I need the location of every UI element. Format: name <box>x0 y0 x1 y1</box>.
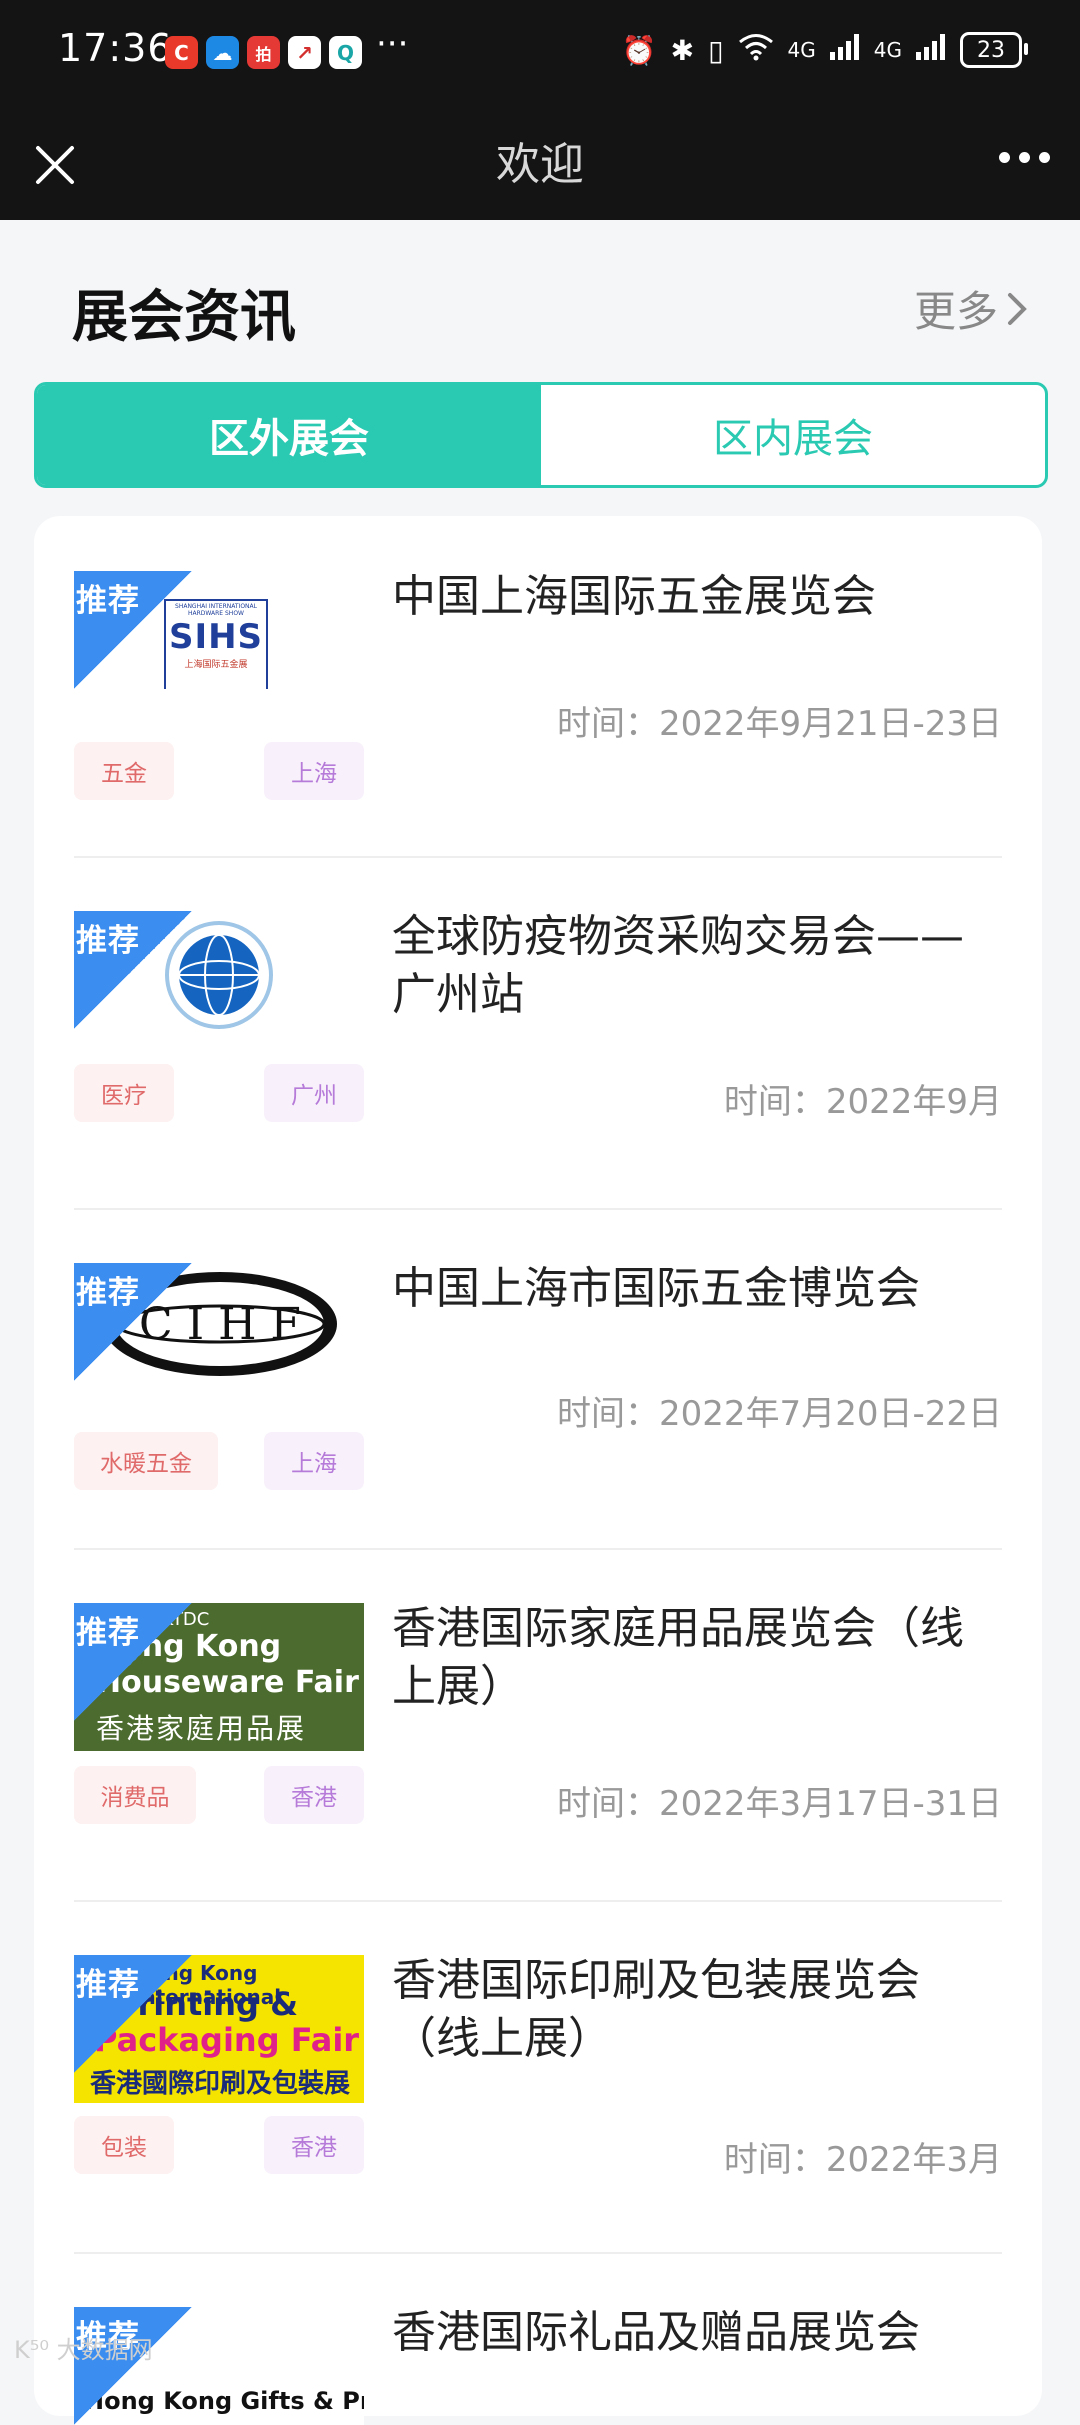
exhibition-item[interactable]: HKTDC Hong Kong Houseware Fair 香港家庭用品展 推… <box>74 1548 1002 1902</box>
signal-bars-icon-2 <box>916 33 946 67</box>
status-bar: 17:36 C ☁ 拍 ↗ Q ··· ⏰ ✱ ▯ 4G 4G 23 <box>0 0 1080 106</box>
more-menu-icon[interactable] <box>999 152 1050 163</box>
category-tag: 包装 <box>74 2116 174 2174</box>
recommend-badge: 推荐 <box>76 583 140 619</box>
category-tag: 五金 <box>74 742 174 800</box>
exhibition-title: 中国上海市国际五金博览会 <box>392 1263 920 1314</box>
recommend-badge: 推荐 <box>76 1275 140 1311</box>
section-header: 展会资讯 更多 <box>0 220 1080 380</box>
section-title: 展会资讯 <box>72 285 296 350</box>
recommend-badge: 推荐 <box>76 1615 140 1651</box>
signal-bars-icon <box>829 33 860 67</box>
exhibition-time: 时间：2022年3月17日-31日 <box>557 1784 1002 1824</box>
city-tag: 香港 <box>264 1766 364 1824</box>
stock-app-icon: ↗ <box>288 36 321 69</box>
exhibition-logo: HKTDC Hong Kong Houseware Fair 香港家庭用品展 推… <box>74 1603 364 1751</box>
signal-label-1: 4G <box>787 38 816 62</box>
more-link-label: 更多 <box>913 287 998 336</box>
city-tag: 香港 <box>264 2116 364 2174</box>
city-tag: 上海 <box>264 1432 364 1490</box>
exhibition-time: 时间：2022年7月20日-22日 <box>557 1394 1002 1434</box>
exhibition-title: 中国上海国际五金展览会 <box>392 571 876 622</box>
exhibition-title: 香港国际印刷及包装展览会（线上展） <box>392 1955 920 2064</box>
exhibition-item[interactable]: Hong Kong International Printing & Packa… <box>74 1900 1002 2254</box>
category-tag: 消费品 <box>74 1766 196 1824</box>
category-tag: 水暖五金 <box>74 1432 218 1490</box>
more-notifications-icon: ··· <box>376 24 409 64</box>
chevron-right-icon <box>1008 292 1027 325</box>
recommend-badge: 推荐 <box>76 1967 140 2003</box>
nav-bar: 欢迎 <box>0 106 1080 220</box>
bluetooth-icon: ✱ <box>670 33 695 67</box>
exhibition-item[interactable]: C I H F 推荐 中国上海市国际五金博览会 时间：2022年7月20日-22… <box>74 1208 1002 1550</box>
exhibition-list: SHANGHAI INTERNATIONAL HARDWARE SHOW SIH… <box>34 516 1042 2425</box>
exhibition-time: 时间：2022年3月 <box>723 2140 1002 2180</box>
more-link[interactable]: 更多 <box>914 278 1028 339</box>
system-status: ⏰ ✱ ▯ 4G 4G 23 <box>621 32 1028 68</box>
exhibition-title: 全球防疫物资采购交易会——广州站 <box>392 911 964 1020</box>
city-tag: 上海 <box>264 742 364 800</box>
exhibition-logo: SHANGHAI INTERNATIONAL HARDWARE SHOW SIH… <box>74 571 364 689</box>
signal-label-2: 4G <box>873 38 902 62</box>
recommend-badge: 推荐 <box>76 923 140 959</box>
status-time: 17:36 <box>58 26 173 70</box>
wifi-icon <box>738 33 774 68</box>
csdn-app-icon: C <box>165 36 198 69</box>
category-tag: 医疗 <box>74 1064 174 1122</box>
news-app-icon: 拍 <box>247 36 280 69</box>
exhibition-item[interactable]: SHANGHAI INTERNATIONAL HARDWARE SHOW SIH… <box>74 516 1002 858</box>
weather-app-icon: ☁ <box>206 36 239 69</box>
exhibition-logo: Hong Kong Gifts & Premium Fair 推荐 <box>74 2307 364 2425</box>
exhibition-time: 时间：2022年9月 <box>723 1082 1002 1122</box>
exhibition-logo: Hong Kong International Printing & Packa… <box>74 1955 364 2103</box>
watermark: K⁵⁰ 大数据网 <box>14 2336 153 2364</box>
exhibition-logo: C I H F 推荐 <box>74 1263 364 1381</box>
exhibition-item[interactable]: 推荐 全球防疫物资采购交易会——广州站 时间：2022年9月 医疗 广州 <box>74 856 1002 1210</box>
exhibition-title: 香港国际礼品及赠品展览会 <box>392 2307 920 2358</box>
notification-icons: C ☁ 拍 ↗ Q <box>165 36 362 69</box>
exhibition-item[interactable]: Hong Kong Gifts & Premium Fair 推荐 香港国际礼品… <box>74 2252 1002 2425</box>
search-app-icon: Q <box>329 36 362 69</box>
battery-level: 23 <box>977 37 1005 63</box>
tab-outside-exhibitions[interactable]: 区外展会 <box>37 385 541 485</box>
tab-inside-exhibitions[interactable]: 区内展会 <box>541 385 1045 485</box>
exhibition-logo: 推荐 <box>74 911 364 1029</box>
battery-icon: 23 <box>960 32 1028 68</box>
exhibition-tabs: 区外展会 区内展会 <box>34 382 1048 488</box>
vibrate-icon: ▯ <box>708 33 724 67</box>
exhibition-time: 时间：2022年9月21日-23日 <box>557 704 1002 744</box>
city-tag: 广州 <box>264 1064 364 1122</box>
exhibition-title: 香港国际家庭用品展览会（线上展） <box>392 1603 964 1712</box>
alarm-icon: ⏰ <box>621 33 657 67</box>
page-title: 欢迎 <box>496 139 584 190</box>
